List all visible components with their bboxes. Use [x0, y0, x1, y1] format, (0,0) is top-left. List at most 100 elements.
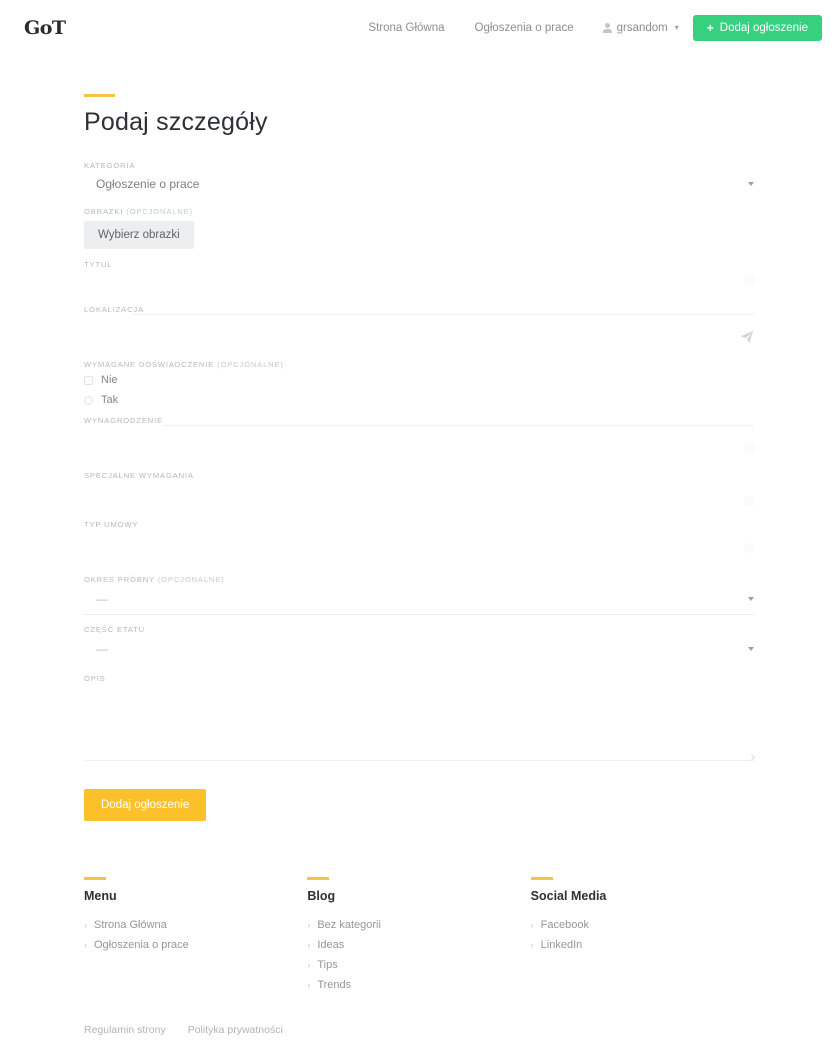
nav-item-job-listings[interactable]: Ogłoszenia o prace [460, 22, 589, 34]
field-images-optional: (OPCJONALNE) [126, 207, 194, 216]
add-listing-button-header[interactable]: + Dodaj ogłoszenie [692, 15, 822, 41]
chevron-down-icon: ▾ [674, 23, 679, 32]
footer-link-linkedin[interactable]: › LinkedIn [531, 935, 754, 955]
footer-link-trends-label: Trends [317, 979, 352, 991]
field-experience: WYMAGANE DOŚWIADCZENIE (OPCJONALNE) Nie … [84, 360, 754, 409]
salary-input-underline [162, 425, 754, 426]
field-images: OBRAZKI (OPCJONALNE) Wybierz obrazki [84, 207, 754, 249]
chevron-right-icon: › [307, 939, 311, 950]
field-trial-period: OKRES PRÓBNY (OPCJONALNE) — [84, 575, 754, 615]
experience-option-no-label: Nie [101, 374, 118, 386]
field-description-label: OPIS [84, 674, 106, 683]
trial-period-underline [84, 614, 754, 615]
field-experience-optional: (OPCJONALNE) [217, 360, 284, 369]
field-location: LOKALIZACJA [84, 305, 754, 358]
footer-column-menu: Menu › Strona Główna › Ogłoszenia o prac… [84, 877, 307, 995]
radio-icon[interactable] [84, 395, 93, 405]
trial-period-select-value: — [96, 592, 108, 606]
experience-option-no[interactable]: Nie [84, 371, 754, 389]
page-title-block: Podaj szczegóły [84, 94, 754, 137]
description-textarea-underline [84, 760, 754, 761]
footer-link-job-listings-label: Ogłoszenia o prace [94, 939, 189, 951]
footer-link-linkedin-label: LinkedIn [540, 939, 583, 951]
field-title: TYTUŁ [84, 260, 754, 299]
chevron-right-icon: › [530, 939, 534, 950]
footer-link-facebook-label: Facebook [540, 919, 589, 931]
footer-link-tips[interactable]: › Tips [307, 955, 530, 975]
special-requirements-input[interactable] [84, 480, 754, 518]
field-category: KATEGORIA Ogłoszenie o prace [84, 161, 754, 198]
location-input-underline [132, 314, 754, 315]
chevron-right-icon: › [307, 919, 311, 930]
field-contract-type: TYP UMOWY [84, 520, 754, 567]
footer-column-social-media: Social Media › Facebook › LinkedIn [530, 877, 754, 995]
chevron-right-icon: › [84, 939, 87, 950]
category-select[interactable]: Ogłoszenie o prace [84, 170, 754, 198]
field-location-label: LOKALIZACJA [84, 305, 144, 314]
chevron-down-icon [748, 647, 754, 651]
footer-link-facebook[interactable]: › Facebook [531, 915, 754, 935]
field-contract-type-label: TYP UMOWY [84, 520, 139, 529]
title-input[interactable] [84, 269, 754, 299]
add-listing-button-label: Dodaj ogłoszenie [719, 22, 808, 34]
field-trial-period-optional: (OPCJONALNE) [157, 575, 225, 584]
footer-link-tips-label: Tips [317, 959, 338, 971]
field-experience-label: WYMAGANE DOŚWIADCZENIE (OPCJONALNE) [84, 360, 284, 369]
chevron-down-icon [748, 597, 754, 601]
legal-link-privacy[interactable]: Polityka prywatności [188, 1024, 283, 1036]
legal-link-terms[interactable]: Regulamin strony [84, 1024, 166, 1036]
send-icon[interactable] [740, 330, 754, 344]
user-name: grsandom [616, 22, 668, 34]
field-images-label: OBRAZKI (OPCJONALNE) [84, 207, 194, 216]
contract-type-input[interactable] [84, 529, 754, 567]
field-description: OPIS [84, 674, 756, 762]
choose-images-button[interactable]: Wybierz obrazki [84, 221, 194, 249]
plus-icon: + [706, 21, 714, 35]
chevron-right-icon: › [530, 919, 534, 930]
field-special-requirements-label: SPECJALNE WYMAGANIA [84, 471, 194, 480]
field-salary: WYNAGRODZENIE [84, 416, 754, 467]
chevron-right-icon: › [84, 919, 87, 930]
experience-option-yes[interactable]: Tak [84, 391, 754, 409]
footer-link-ideas[interactable]: › Ideas [307, 935, 530, 955]
footer-legal-links: Regulamin strony Polityka prywatności [84, 1024, 283, 1036]
footer-column-blog: Blog › Bez kategorii › Ideas › Tips › Tr… [307, 877, 530, 995]
footer-link-trends[interactable]: › Trends [307, 975, 530, 995]
chevron-right-icon: › [307, 979, 311, 990]
special-requirements-marker [744, 496, 754, 506]
chevron-down-icon [748, 182, 754, 186]
field-salary-label: WYNAGRODZENIE [84, 416, 163, 425]
salary-input-marker [744, 443, 754, 453]
part-time-select[interactable]: — [84, 634, 754, 664]
site-footer: Menu › Strona Główna › Ogłoszenia o prac… [0, 877, 838, 995]
checkbox-icon[interactable] [84, 375, 93, 385]
nav-item-home[interactable]: Strona Główna [353, 22, 459, 34]
footer-link-uncategorized[interactable]: › Bez kategorii [307, 915, 530, 935]
title-input-marker [744, 275, 754, 285]
page-title: Podaj szczegóły [84, 108, 268, 136]
category-select-value: Ogłoszenie o prace [96, 177, 200, 191]
submit-listing-button[interactable]: Dodaj ogłoszenie [84, 789, 207, 821]
location-input[interactable] [84, 314, 754, 358]
user-menu[interactable]: grsandom ▾ [589, 22, 693, 34]
field-part-time: CZĘŚĆ ETATU — [84, 625, 754, 664]
trial-period-select[interactable]: — [84, 584, 754, 614]
footer-accent-bar [84, 877, 106, 880]
site-header: GoT Strona Główna Ogłoszenia o prace grs… [0, 0, 838, 56]
experience-option-yes-label: Tak [101, 394, 119, 406]
description-textarea[interactable] [84, 683, 756, 762]
footer-link-ideas-label: Ideas [317, 939, 345, 951]
field-part-time-label: CZĘŚĆ ETATU [84, 625, 145, 634]
user-icon [602, 23, 612, 33]
field-title-label: TYTUŁ [84, 260, 113, 269]
footer-link-home-label: Strona Główna [94, 919, 167, 931]
title-accent-bar [84, 94, 115, 97]
part-time-select-value: — [96, 642, 108, 656]
footer-heading-social-media: Social Media [530, 889, 607, 903]
footer-link-home[interactable]: › Strona Główna [84, 915, 307, 935]
field-category-label: KATEGORIA [84, 161, 136, 170]
footer-link-job-listings[interactable]: › Ogłoszenia o prace [84, 935, 307, 955]
site-logo[interactable]: GoT [24, 18, 66, 38]
main-content: Podaj szczegóły KATEGORIA Ogłoszenie o p… [0, 94, 838, 821]
salary-input[interactable] [84, 425, 754, 467]
